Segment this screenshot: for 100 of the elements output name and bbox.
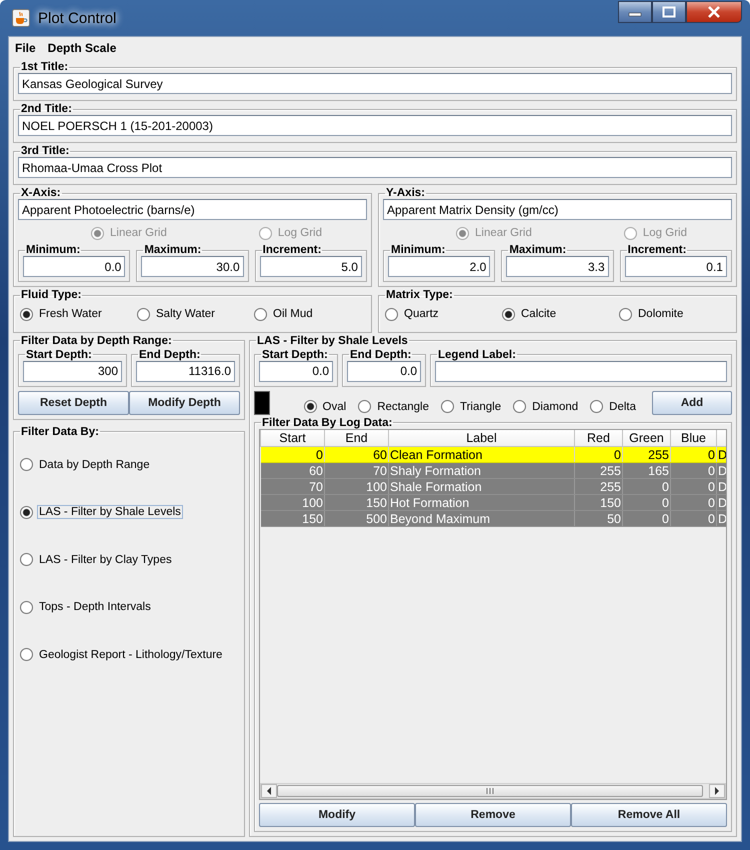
field-label: Increment: xyxy=(626,244,688,256)
table-cell: 0 xyxy=(622,510,670,526)
add-button[interactable]: Add xyxy=(652,390,732,414)
table-button[interactable]: Remove All xyxy=(571,803,727,827)
table-cell: 0 xyxy=(670,462,716,478)
table-button[interactable]: Modify xyxy=(259,803,415,827)
table-cell: 100 xyxy=(260,494,324,510)
group-title: 1st Title: xyxy=(20,61,70,73)
radio-button[interactable]: Quartz xyxy=(385,307,441,321)
minimize-button[interactable] xyxy=(618,1,652,23)
radio-button[interactable]: Rectangle xyxy=(358,400,431,414)
left-arrow-icon[interactable] xyxy=(266,787,272,795)
radio-button[interactable]: Triangle xyxy=(440,400,504,414)
table-cell: 0 xyxy=(622,494,670,510)
field-label: Increment: xyxy=(262,244,322,256)
color-swatch[interactable] xyxy=(254,390,270,414)
table-cell: Shale Formation xyxy=(388,478,574,494)
table-cell: 60 xyxy=(324,446,388,462)
group-title: Filter Data By: xyxy=(20,426,100,438)
text-field[interactable]: 0.0 xyxy=(259,360,333,382)
group-title: Filter Data by Depth Range: xyxy=(20,334,173,346)
group-title: Matrix Type: xyxy=(385,289,454,301)
field-label: Maximum: xyxy=(508,244,568,256)
table-cell: 0 xyxy=(574,446,622,462)
horizontal-scrollbar[interactable] xyxy=(260,783,726,799)
depth-button[interactable]: Modify Depth xyxy=(129,390,240,414)
table-cell: 150 xyxy=(574,494,622,510)
table-cell: Beyond Maximum xyxy=(388,510,574,526)
radio-button[interactable]: Dolomite xyxy=(619,307,686,321)
text-field[interactable]: 30.0 xyxy=(141,256,244,277)
depth-button[interactable]: Reset Depth xyxy=(18,390,129,414)
radio-button[interactable]: LAS - Filter by Clay Types xyxy=(20,552,174,566)
table-button[interactable]: Remove xyxy=(415,803,571,827)
text-field[interactable]: 0.1 xyxy=(624,256,727,277)
table-cell: 255 xyxy=(574,478,622,494)
table-cell: 50 xyxy=(574,510,622,526)
text-field[interactable]: 5.0 xyxy=(260,256,362,277)
menu-item[interactable]: File xyxy=(15,41,36,55)
field-label: Minimum: xyxy=(25,244,82,256)
field-label: Minimum: xyxy=(390,244,446,256)
table-cell: Hot Formation xyxy=(388,494,574,510)
text-field[interactable]: Rhomaa-Umaa Cross Plot xyxy=(18,157,732,178)
column-header[interactable]: Blue xyxy=(670,430,716,446)
field-label: End Depth: xyxy=(138,348,202,360)
column-header[interactable]: Green xyxy=(622,430,670,446)
group-title: 2nd Title: xyxy=(20,103,73,115)
table-cell: 255 xyxy=(574,462,622,478)
scrollbar-thumb[interactable] xyxy=(277,785,703,797)
text-field[interactable]: NOEL POERSCH 1 (15-201-20003) xyxy=(18,115,732,136)
table-cell: 255 xyxy=(622,446,670,462)
radio-button[interactable]: Delta xyxy=(590,400,638,414)
group-title: Y-Axis: xyxy=(385,187,426,199)
radio-button[interactable]: Tops - Depth Intervals xyxy=(20,600,153,614)
field-label: Legend Label: xyxy=(437,348,517,360)
radio-button[interactable]: Geologist Report - Lithology/Texture xyxy=(20,648,224,662)
column-header[interactable]: Start xyxy=(260,430,324,446)
text-field[interactable]: Apparent Matrix Density (gm/cc) xyxy=(383,199,732,220)
text-field[interactable]: 2.0 xyxy=(388,256,490,277)
coffee-cup-icon xyxy=(12,9,30,27)
menu-item[interactable]: Depth Scale xyxy=(48,41,116,55)
table-cell: 60 xyxy=(260,462,324,478)
text-field[interactable]: 11316.0 xyxy=(136,360,235,382)
text-field[interactable]: Apparent Photoelectric (barns/e) xyxy=(18,199,367,220)
table-cell: 0 xyxy=(670,510,716,526)
radio-button[interactable]: Fresh Water xyxy=(20,307,104,321)
radio-button[interactable]: Oil Mud xyxy=(254,307,315,321)
window-title: Plot Control xyxy=(38,10,118,26)
table-cell: 0 xyxy=(260,446,324,462)
radio-button[interactable]: Calcite xyxy=(502,307,558,321)
table-cell: Shaly Formation xyxy=(388,462,574,478)
radio-button[interactable]: Diamond xyxy=(513,400,580,414)
column-header[interactable]: Red xyxy=(574,430,622,446)
field-label: Maximum: xyxy=(143,244,202,256)
column-header[interactable]: End xyxy=(324,430,388,446)
table-cell: 0 xyxy=(670,478,716,494)
radio-button[interactable]: Salty Water xyxy=(137,307,218,321)
right-arrow-icon[interactable] xyxy=(714,787,720,795)
table-cell: 0 xyxy=(670,446,716,462)
radio-button[interactable]: Oval xyxy=(304,400,348,414)
text-field[interactable]: 300 xyxy=(23,360,122,382)
table-cell: 70 xyxy=(324,462,388,478)
text-field[interactable]: 3.3 xyxy=(506,256,609,277)
column-header[interactable]: Label xyxy=(388,430,574,446)
maximize-icon xyxy=(662,6,676,18)
close-button[interactable] xyxy=(686,1,742,23)
maximize-button[interactable] xyxy=(652,1,686,23)
table-cell: 500 xyxy=(324,510,388,526)
table-cell: 0 xyxy=(670,494,716,510)
group-title: LAS - Filter by Shale Levels xyxy=(256,334,409,346)
text-field[interactable]: 0.0 xyxy=(347,360,421,382)
text-field[interactable]: Kansas Geological Survey xyxy=(18,73,732,94)
field-label: End Depth: xyxy=(349,348,412,360)
table-cell: 100 xyxy=(324,478,388,494)
table-cell: 150 xyxy=(260,510,324,526)
field-label: Start Depth: xyxy=(25,348,93,360)
text-field[interactable] xyxy=(435,360,727,382)
radio-button[interactable]: Data by Depth Range xyxy=(20,458,152,472)
group-title: Fluid Type: xyxy=(20,289,82,301)
table-cell: 70 xyxy=(260,478,324,494)
text-field[interactable]: 0.0 xyxy=(23,256,126,277)
